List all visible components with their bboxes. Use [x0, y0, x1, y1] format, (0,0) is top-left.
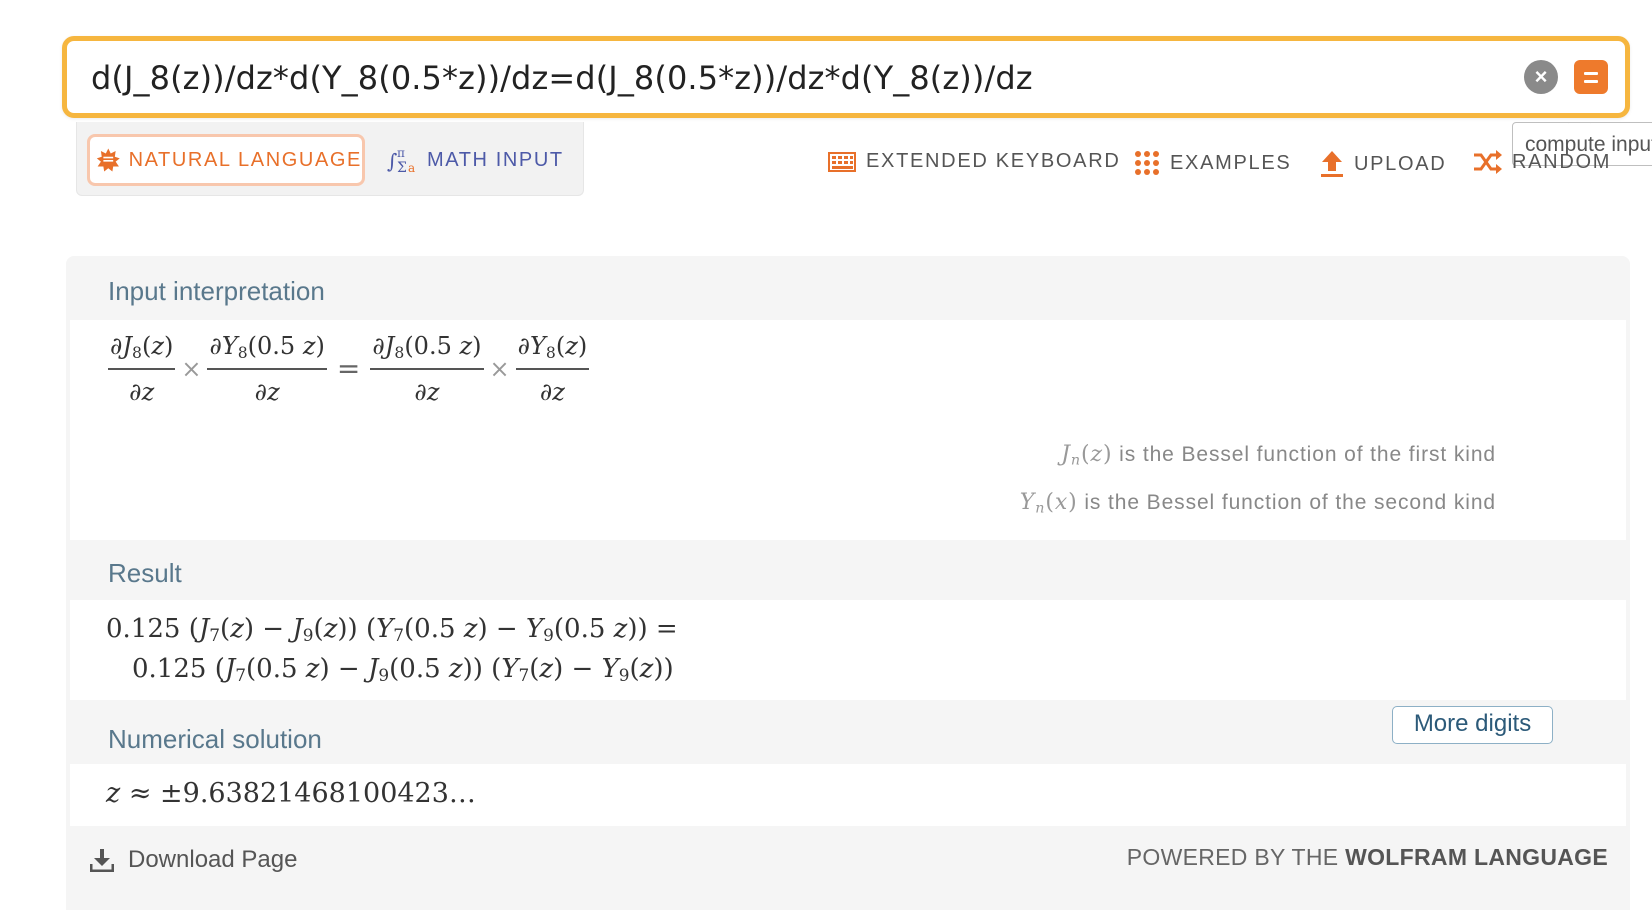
extended-keyboard-label: EXTENDED KEYBOARD: [866, 150, 1121, 172]
tab-math-input[interactable]: ∫ π Σ a MATH INPUT: [387, 138, 564, 182]
extended-keyboard-button[interactable]: EXTENDED KEYBOARD: [828, 150, 1121, 173]
upload-button[interactable]: UPLOAD: [1320, 150, 1446, 178]
input-mode-tabs: NATURAL LANGUAGE ∫ π Σ a MATH INPUT: [76, 122, 584, 196]
search-input[interactable]: d(J_8(z))/dz*d(Y_8(0.5*z))/dz=d(J_8(0.5*…: [91, 59, 1033, 97]
download-page-button[interactable]: Download Page: [90, 846, 297, 874]
download-icon: [90, 849, 114, 872]
svg-text:Σ: Σ: [397, 160, 407, 176]
svg-text:∫: ∫: [387, 149, 397, 173]
bessel-first-kind-note: Jn(z) is the Bessel function of the firs…: [1061, 442, 1496, 469]
numerical-solution-value: z ≈ ±9.63821468100423…: [106, 778, 476, 809]
result-pod: 0.125 (J7(z) − J9(z)) (Y7(0.5 z) − Y9(0.…: [70, 600, 1626, 700]
clear-icon[interactable]: ×: [1524, 60, 1558, 94]
tab-math-input-label: MATH INPUT: [427, 148, 564, 171]
download-page-label: Download Page: [128, 846, 298, 873]
natural-language-icon: [96, 148, 120, 172]
random-button[interactable]: RANDOM: [1472, 150, 1611, 174]
numerical-solution-title: Numerical solution: [108, 724, 322, 754]
input-interpretation-pod: ∂J8(z) ∂z × ∂Y8(0.5 z) ∂z = ∂J8(0.5 z) ∂z × ∂Y8(z…: [70, 320, 1626, 540]
shuffle-icon: [1474, 150, 1502, 174]
result-line-2: 0.125 (J7(0.5 z) − J9(0.5 z)) (Y7(z) − Y…: [132, 654, 674, 686]
bessel-second-kind-note: Yn(x) is the Bessel function of the seco…: [1019, 490, 1496, 517]
svg-text:a: a: [408, 161, 415, 175]
tab-natural-language[interactable]: NATURAL LANGUAGE: [87, 134, 365, 186]
examples-grid-icon: [1135, 151, 1159, 175]
powered-by[interactable]: POWERED BY THE WOLFRAM LANGUAGE: [1127, 844, 1608, 871]
tab-natural-language-label: NATURAL LANGUAGE: [128, 148, 362, 171]
examples-label: EXAMPLES: [1170, 151, 1292, 174]
numerical-solution-pod: z ≈ ±9.63821468100423…: [70, 764, 1626, 826]
input-interpretation-expression: ∂J8(z) ∂z × ∂Y8(0.5 z) ∂z = ∂J8(0.5 z) ∂z × ∂Y8(z…: [108, 332, 590, 406]
upload-label: UPLOAD: [1354, 152, 1447, 175]
more-digits-button[interactable]: More digits: [1392, 706, 1553, 744]
random-label: RANDOM: [1512, 150, 1612, 173]
upload-icon: [1321, 151, 1343, 177]
result-line-1: 0.125 (J7(z) − J9(z)) (Y7(0.5 z) − Y9(0.…: [106, 614, 678, 646]
input-interpretation-title: Input interpretation: [108, 276, 325, 306]
svg-text:π: π: [397, 146, 405, 160]
compute-button[interactable]: [1574, 60, 1608, 94]
keyboard-icon: [828, 151, 856, 172]
result-title: Result: [108, 558, 182, 588]
math-input-icon: ∫ π Σ a: [387, 146, 415, 176]
search-bar[interactable]: d(J_8(z))/dz*d(Y_8(0.5*z))/dz=d(J_8(0.5*…: [62, 36, 1630, 118]
examples-button[interactable]: EXAMPLES: [1134, 150, 1291, 176]
